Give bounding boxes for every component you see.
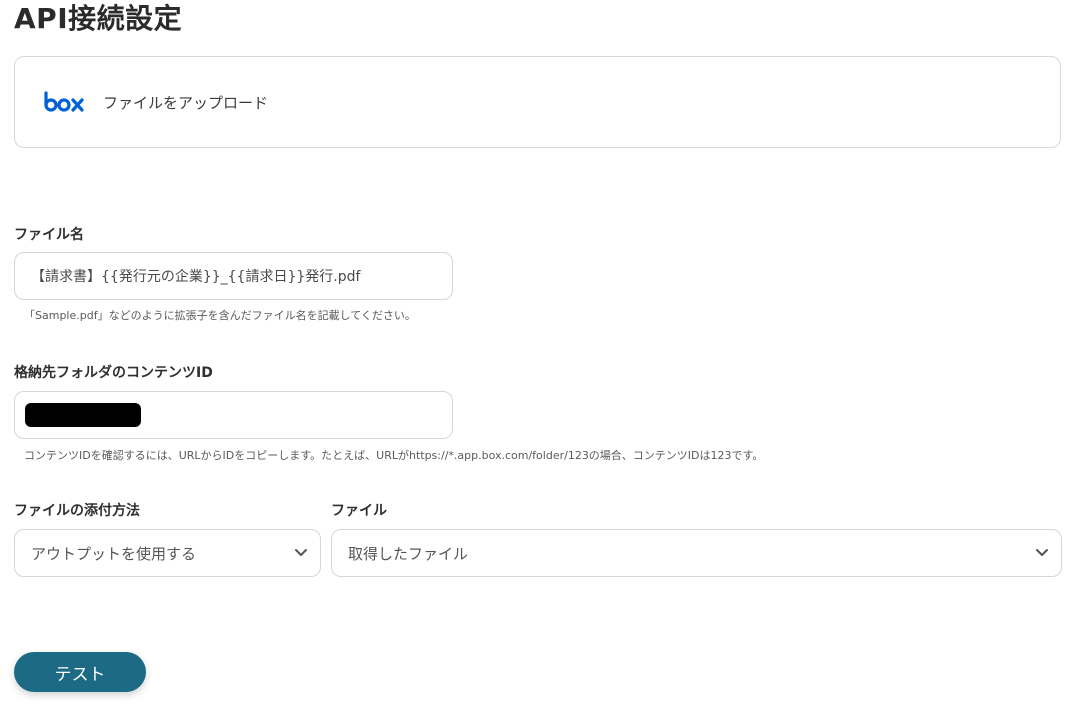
file-label: ファイル [331, 503, 387, 519]
file-select-value: 取得したファイル [348, 544, 469, 563]
folder-id-help-text: コンテンツIDを確認するには、URLからIDをコピーします。たとえば、URLがh… [24, 449, 764, 462]
test-button-label: テスト [54, 664, 106, 685]
file-select[interactable]: 取得したファイル [331, 529, 1062, 577]
page-title: API接続設定 [14, 2, 183, 35]
folder-id-input[interactable] [14, 391, 453, 439]
chevron-down-icon [294, 546, 308, 560]
file-name-label: ファイル名 [14, 227, 84, 243]
app-action-card: ファイルをアップロード [14, 56, 1061, 148]
app-action-label: ファイルをアップロード [103, 93, 269, 112]
box-logo-icon [43, 90, 85, 114]
chevron-down-icon [1035, 546, 1049, 560]
folder-id-label: 格納先フォルダのコンテンツID [14, 365, 213, 381]
redacted-value [25, 403, 141, 427]
attach-method-label: ファイルの添付方法 [14, 503, 140, 519]
attach-method-value: アウトプットを使用する [31, 544, 197, 563]
attach-method-select[interactable]: アウトプットを使用する [14, 529, 321, 577]
file-name-help-text: 「Sample.pdf」などのように拡張子を含んだファイル名を記載してください。 [24, 309, 416, 322]
file-name-input[interactable]: 【請求書】{{発行元の企業}}_{{請求日}}発行.pdf [14, 252, 453, 300]
file-name-value: 【請求書】{{発行元の企業}}_{{請求日}}発行.pdf [31, 269, 361, 285]
test-button[interactable]: テスト [14, 652, 146, 692]
api-connection-settings-page: API接続設定 ファイルをアップロード ファイル名 【請求書】{{発行元の企業}… [0, 0, 1086, 704]
